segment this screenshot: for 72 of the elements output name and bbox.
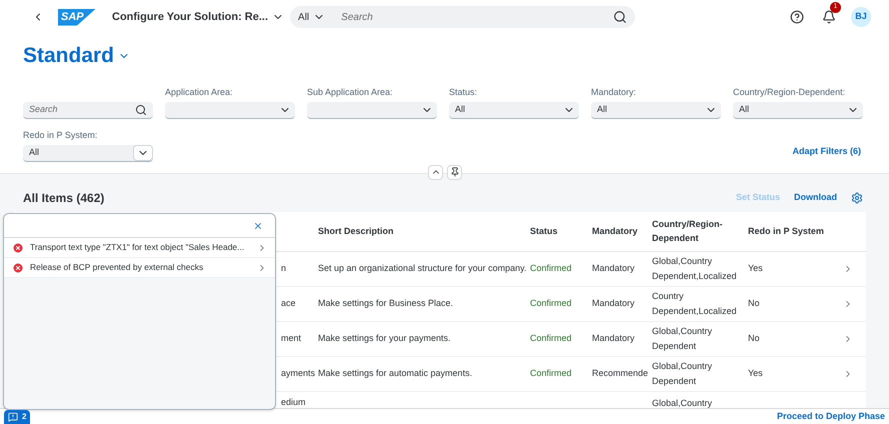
status-text: Confirmed — [530, 368, 572, 378]
scope-select[interactable]: All — [298, 10, 326, 24]
search-field[interactable]: Search — [23, 102, 153, 118]
pin-button[interactable] — [447, 164, 462, 180]
deploy-link[interactable]: Proceed to Deploy Phase — [776, 410, 885, 424]
error-icon — [12, 262, 24, 274]
table-cell: ace — [281, 298, 296, 308]
table-title: All Items (462) — [23, 190, 104, 206]
status-text: Confirmed — [530, 262, 572, 273]
dropdown-button[interactable] — [133, 144, 153, 160]
search-bar[interactable]: All Search — [290, 6, 636, 28]
pin-icon — [450, 167, 460, 177]
adapt-filters-link[interactable]: Adapt Filters (6) — [792, 145, 861, 158]
message-item[interactable]: Release of BCP prevented by external checks — [4, 258, 275, 278]
search-input[interactable]: Search — [341, 10, 614, 24]
column-header: Country/Region-Dependent — [652, 218, 724, 245]
filter-label: Sub Application Area: — [307, 86, 394, 98]
logo: SAP — [58, 8, 96, 26]
status-text: Confirmed — [530, 332, 572, 343]
column-header: Short Description — [318, 225, 395, 238]
table-cell-text: Global,Country — [652, 396, 714, 410]
table-cell: ment — [281, 332, 302, 343]
table-cell: Mandatory — [592, 332, 635, 343]
column-header: Redo in P System — [748, 225, 825, 238]
table-cell: Make settings for automatic payments. — [318, 368, 472, 378]
filter-label: Mandatory: — [591, 86, 638, 98]
table-cell: Make settings for Business Place. — [318, 298, 454, 308]
table-cell: No — [748, 298, 760, 308]
filter-label: Country/Region-Dependent: — [733, 86, 846, 98]
close-icon[interactable] — [253, 220, 263, 230]
collapse-button[interactable] — [428, 164, 443, 180]
error-icon — [12, 242, 24, 254]
table-cell: No — [748, 332, 760, 343]
message-item[interactable]: Transport text type "ZTX1" for text object "Sales Heade... — [4, 238, 275, 258]
page-title[interactable]: Standard — [23, 40, 114, 72]
dropdown-field[interactable] — [165, 102, 295, 118]
search-input[interactable]: Search — [29, 102, 135, 116]
table-cell-text: Global,Country Dependent — [652, 324, 714, 353]
table-cell: Mandatory — [592, 298, 635, 308]
message-button[interactable]: 2 — [4, 410, 30, 424]
table-cell-text: Country Dependent,Localized — [652, 290, 738, 318]
table-cell: Make settings for your payments. — [318, 332, 451, 343]
table-cell: n — [281, 262, 286, 273]
table-cell: Set up an organizational structure for your company. — [318, 262, 526, 273]
avatar[interactable]: BJ — [851, 7, 871, 27]
filter-label: Status: — [449, 86, 478, 98]
dropdown-field[interactable]: All — [591, 102, 721, 118]
dropdown-field[interactable] — [307, 102, 437, 118]
table-cell: Yes — [748, 368, 763, 378]
help-icon[interactable] — [790, 10, 804, 24]
column-header: Status — [530, 225, 559, 238]
status-text: Confirmed — [530, 298, 572, 308]
dropdown-field[interactable]: All — [733, 102, 863, 118]
table-cell: Recommende — [592, 368, 648, 378]
toolbar-button[interactable]: Download — [794, 190, 837, 204]
settings-icon[interactable] — [851, 192, 863, 204]
filter-label: Application Area: — [165, 86, 234, 98]
filter-label: Redo in P System: — [23, 128, 98, 140]
dropdown-field[interactable]: All — [23, 144, 153, 162]
message-icon — [8, 412, 18, 422]
table-cell: Yes — [748, 262, 763, 273]
table-cell: edium — [281, 396, 306, 406]
table-cell: Mandatory — [592, 262, 635, 273]
search-icon[interactable] — [613, 10, 628, 24]
app-title: Configure Your Solution: Re... — [112, 10, 268, 25]
bell-icon[interactable] — [822, 10, 836, 24]
table-cell-text: Global,Country Dependent — [652, 360, 714, 388]
dropdown-field[interactable]: All — [449, 102, 579, 118]
search-icon[interactable] — [135, 104, 147, 116]
column-header: Mandatory — [592, 225, 639, 238]
table-cell: ayments — [281, 368, 316, 378]
table-cell-text: Global,Country Dependent,Localized — [652, 254, 738, 283]
